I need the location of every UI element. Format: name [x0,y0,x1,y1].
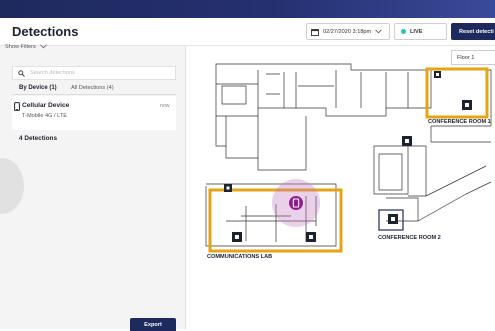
sensor-icon[interactable] [462,100,472,110]
show-filters-toggle[interactable]: Show Filters [5,44,48,50]
tab-by-device[interactable]: By Device (1) [19,85,57,91]
device-name: Cellular Device [22,102,70,109]
tab-divider [12,94,176,95]
phone-icon [14,102,20,111]
reset-detections-button[interactable]: Reset detecti [451,23,495,40]
sensor-icon[interactable] [434,71,441,78]
search-input[interactable]: Search detections [12,66,176,80]
search-placeholder: Search detections [30,70,75,76]
sensor-icon[interactable] [388,214,398,224]
show-filters-label: Show Filters [5,44,36,50]
date-value: 02/27/2020 3:18pm [323,28,372,35]
live-label: LIVE [410,28,423,35]
sensor-icon[interactable] [306,232,316,242]
detection-phone-icon[interactable] [289,196,303,210]
floor-plan-walls [205,63,492,247]
sensor-icon[interactable] [402,136,412,146]
conference-room-1-label: CONFERENCE ROOM 1 [428,119,491,125]
live-status-icon [401,29,406,34]
conference-room-2-label: CONFERENCE ROOM 2 [378,235,441,241]
tab-all-detections[interactable]: All Detections (4) [71,85,114,91]
sensor-icon[interactable] [224,184,232,192]
sensor-icon[interactable] [232,232,242,242]
top-nav-bar [0,0,495,18]
device-time: now [160,103,170,109]
page-header: Detections 02/27/2020 3:18pm LIVE Reset … [0,18,495,46]
device-carrier: T-Mobile 4G / LTE [22,113,67,119]
calendar-icon [311,28,319,36]
chevron-down-icon [375,29,383,34]
export-button[interactable]: Export [130,318,176,331]
floor-plan-map[interactable] [186,46,495,329]
live-toggle[interactable]: LIVE [394,23,447,40]
search-icon [18,69,25,77]
date-picker[interactable]: 02/27/2020 3:18pm [306,23,390,40]
page-title: Detections [12,24,79,39]
chevron-down-icon [40,44,48,49]
communications-lab-label: COMMUNICATIONS LAB [207,254,273,260]
detections-count: 4 Detections [19,135,58,142]
floor-selector[interactable]: Floor 1 [451,50,495,65]
